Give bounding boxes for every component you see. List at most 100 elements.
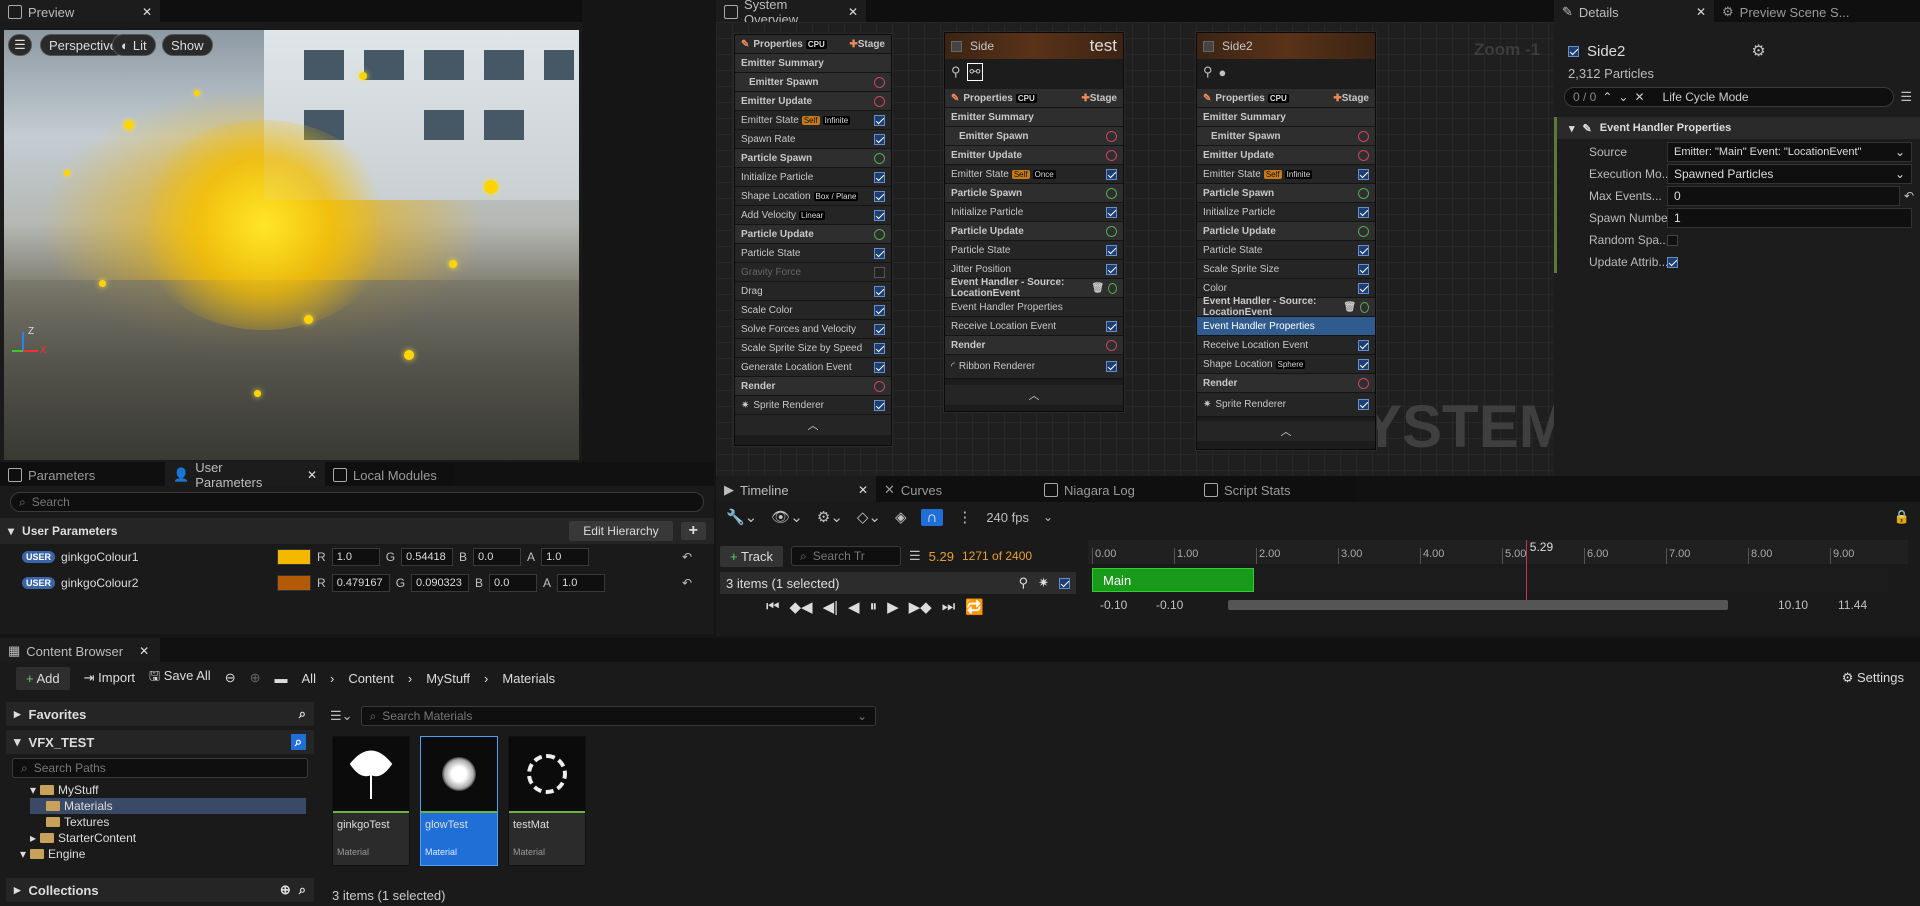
b-input[interactable]: 0.0 xyxy=(473,548,522,566)
add-track-button[interactable]: + Track xyxy=(720,545,784,567)
playhead[interactable] xyxy=(1525,540,1527,602)
emitter-node-side2[interactable]: Side2 ⚲ ● ✎ Properties CPU ✚ Stage Emitter Su… xyxy=(1196,32,1376,450)
enabled-checkbox[interactable] xyxy=(1106,206,1117,218)
node-row[interactable]: Emitter Update xyxy=(735,92,891,111)
enabled-checkbox[interactable] xyxy=(874,247,885,259)
add-icon[interactable] xyxy=(1106,187,1117,199)
tab-parameters[interactable]: Parameters xyxy=(0,462,165,486)
node-row[interactable]: Emitter Spawn xyxy=(945,127,1123,146)
add-icon[interactable] xyxy=(1106,149,1117,161)
viewport-menu-button[interactable]: ☰ xyxy=(8,34,32,56)
details-search[interactable]: 0 / 0 ⌃ ⌄ ✕ Life Cycle Mode xyxy=(1564,87,1895,107)
add-icon[interactable] xyxy=(874,228,885,240)
enabled-checkbox[interactable] xyxy=(874,209,885,221)
node-row[interactable]: Receive Location Event xyxy=(1197,336,1375,355)
enabled-checkbox[interactable] xyxy=(1106,168,1117,180)
collapse-button[interactable]: ︿ xyxy=(735,415,891,435)
play-icon[interactable]: ▶ xyxy=(887,598,899,616)
edit-hierarchy-button[interactable]: Edit Hierarchy xyxy=(569,521,673,541)
trash-icon[interactable]: 🗑 xyxy=(1091,283,1104,294)
reset-icon[interactable]: ↶ xyxy=(1904,189,1914,203)
jump-end-icon[interactable]: ⏭ xyxy=(942,598,956,616)
loop-icon[interactable]: 🔁 xyxy=(965,598,984,616)
param-row[interactable]: USER ginkgoColour1 R 1.0 G 0.54418 B 0.0 A1… xyxy=(0,544,714,570)
node-row[interactable]: Initialize Particle xyxy=(735,168,891,187)
close-icon[interactable]: ✕ xyxy=(848,5,858,19)
enabled-checkbox[interactable] xyxy=(874,323,885,335)
tree-item-textures[interactable]: Textures xyxy=(30,814,314,830)
properties-row[interactable]: ✎ Properties CPU ✚ Stage xyxy=(735,35,891,54)
lit-button[interactable]: ◐ Lit xyxy=(112,34,156,56)
reset-icon[interactable]: ↶ xyxy=(682,550,692,564)
close-icon[interactable]: ✕ xyxy=(142,5,152,19)
node-row[interactable]: ✷ Sprite Renderer xyxy=(1197,393,1375,417)
node-row[interactable]: Render xyxy=(1197,374,1375,393)
breadcrumb-item[interactable]: All xyxy=(302,671,316,686)
tab-system-overview[interactable]: System Overview ✕ xyxy=(716,0,866,27)
settings-button[interactable]: ⚙ Settings xyxy=(1842,670,1904,686)
breadcrumb-item[interactable]: Content xyxy=(348,671,394,686)
params-search[interactable]: ⌕ Search xyxy=(10,492,704,512)
add-parameter-button[interactable]: + xyxy=(680,522,706,540)
asset-tile-selected[interactable]: glowTest Material xyxy=(420,736,498,866)
reset-icon[interactable]: ↶ xyxy=(682,576,692,590)
node-row[interactable]: Render xyxy=(945,336,1123,355)
save-all-button[interactable]: 🖫 Save All xyxy=(149,667,211,689)
node-row[interactable]: Receive Location Event xyxy=(945,317,1123,336)
keyframe-icon[interactable]: ◈ xyxy=(895,508,907,526)
enabled-checkbox[interactable] xyxy=(1358,206,1369,218)
enabled-checkbox[interactable] xyxy=(1106,361,1117,372)
execution-mode-dropdown[interactable]: Spawned Particles ⌄ xyxy=(1667,164,1912,184)
fps-dropdown[interactable]: 240 fps xyxy=(986,510,1029,525)
node-row[interactable]: Emitter Update xyxy=(945,146,1123,165)
enabled-checkbox[interactable] xyxy=(874,114,885,126)
filter-icon[interactable]: ☰ xyxy=(1900,89,1912,105)
add-icon[interactable] xyxy=(1358,187,1369,199)
add-icon[interactable] xyxy=(874,76,885,88)
source-dropdown[interactable]: Emitter: "Main" Event: "LocationEvent" ⌄ xyxy=(1667,142,1912,162)
tree-item-engine[interactable]: ▾ Engine xyxy=(20,846,314,862)
tab-preview[interactable]: Preview ✕ xyxy=(0,0,160,22)
node-row[interactable]: ◜ Ribbon Renderer xyxy=(945,355,1123,379)
add-icon[interactable] xyxy=(1358,130,1369,142)
enabled-checkbox[interactable] xyxy=(1358,399,1369,410)
update-attrib-checkbox[interactable] xyxy=(1667,256,1678,268)
node-row[interactable]: Particle Spawn xyxy=(1197,184,1375,203)
node-row[interactable]: Event Handler Properties xyxy=(945,298,1123,317)
enabled-checkbox[interactable] xyxy=(1106,263,1117,275)
close-icon[interactable]: ✕ xyxy=(1696,5,1706,19)
node-header[interactable]: Side test xyxy=(945,33,1123,59)
node-row[interactable]: Emitter State Self Once xyxy=(945,165,1123,184)
tab-script-stats[interactable]: Script Stats xyxy=(1196,476,1356,502)
breadcrumb-item[interactable]: Materials xyxy=(502,671,555,686)
enabled-checkbox[interactable] xyxy=(874,361,885,373)
node-row[interactable]: Event Handler - Source: LocationEvent 🗑 xyxy=(1197,296,1375,318)
tab-curves[interactable]: ✕ Curves xyxy=(876,476,1036,502)
next-key-icon[interactable]: ▶◆ xyxy=(909,598,932,616)
enabled-checkbox[interactable] xyxy=(874,285,885,297)
more-icon[interactable]: ⋮ xyxy=(957,508,972,526)
node-row[interactable]: Particle State xyxy=(735,244,891,263)
enabled-checkbox[interactable] xyxy=(1358,168,1369,180)
color-swatch[interactable] xyxy=(277,575,312,591)
enabled-checkbox[interactable] xyxy=(1106,244,1117,256)
tree-item-materials[interactable]: Materials xyxy=(30,798,306,814)
node-row[interactable]: Scale Sprite Size by Speed xyxy=(735,339,891,358)
node-row[interactable]: Drag xyxy=(735,282,891,301)
filter-icon[interactable]: ☰⌄ xyxy=(330,708,353,724)
range-view-start[interactable]: -0.10 xyxy=(1156,598,1183,612)
gear-icon[interactable]: ⚙ xyxy=(1751,41,1765,61)
node-row[interactable]: ✷ Sprite Renderer xyxy=(735,396,891,415)
magnet-icon[interactable]: ∩ xyxy=(920,508,944,526)
enabled-checkbox[interactable] xyxy=(1106,320,1117,332)
close-icon[interactable]: ✕ xyxy=(858,483,868,497)
add-icon[interactable]: ⊕ xyxy=(280,882,291,898)
properties-row[interactable]: ✎ Properties CPU ✚ Stage xyxy=(1197,89,1375,108)
enabled-checkbox[interactable] xyxy=(874,399,885,411)
add-icon[interactable] xyxy=(1358,225,1369,237)
viewport[interactable]: ☰ Perspective ◐ Lit Show Z X xyxy=(4,30,579,460)
a-input[interactable]: 1.0 xyxy=(557,574,606,592)
track-row[interactable]: 3 items (1 selected) ⚲ ✷ xyxy=(720,572,1076,594)
main-track-bar[interactable]: Main xyxy=(1092,568,1254,592)
node-row[interactable]: Initialize Particle xyxy=(1197,203,1375,222)
